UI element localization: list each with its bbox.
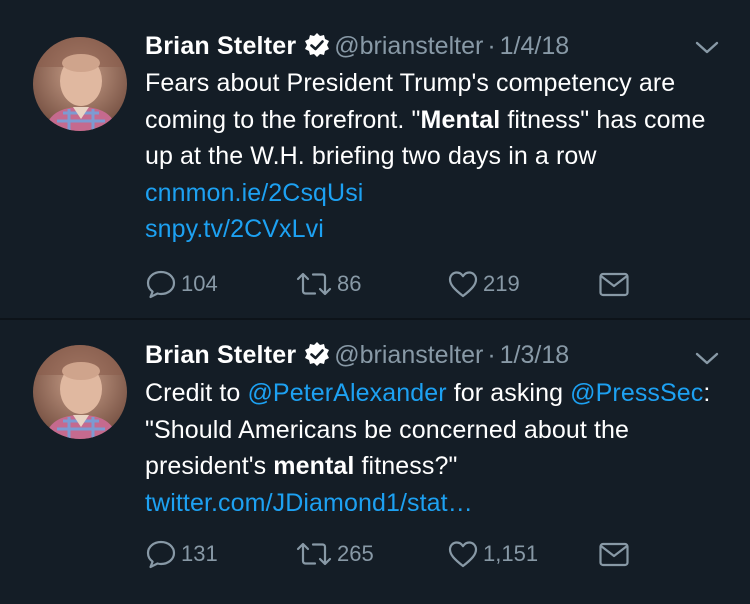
tweet-link[interactable]: twitter.com/JDiamond1/stat… <box>145 489 473 517</box>
tweet-header: Brian Stelter @brianstelter · 1/3/18 <box>145 340 569 370</box>
chevron-down-icon[interactable] <box>694 351 720 367</box>
like-button[interactable]: 219 <box>447 269 520 299</box>
tweet-text-part: Credit to <box>145 379 248 407</box>
author-handle[interactable]: @brianstelter <box>334 32 483 60</box>
direct-message-button[interactable] <box>598 539 630 569</box>
retweet-icon <box>296 272 332 296</box>
tweet-text: Credit to @PeterAlexander for asking @Pr… <box>145 375 735 521</box>
envelope-icon <box>599 542 629 567</box>
tweet-text-bold: Mental <box>420 105 501 134</box>
like-button[interactable]: 1,151 <box>447 539 538 569</box>
like-count: 1,151 <box>483 541 539 566</box>
direct-message-button[interactable] <box>598 269 630 299</box>
tweet-text-part: fitness?" <box>354 452 458 480</box>
author-name[interactable]: Brian Stelter <box>145 32 296 60</box>
reply-count: 104 <box>181 271 218 296</box>
tweet-actions: 104 86 219 <box>145 269 645 299</box>
verified-badge-icon <box>305 33 330 57</box>
mention-link[interactable]: @PeterAlexander <box>247 379 446 407</box>
tweet[interactable]: Brian Stelter @brianstelter · 1/4/18 Fears … <box>0 0 750 320</box>
retweet-count: 86 <box>337 271 362 296</box>
verified-badge-icon <box>305 342 330 366</box>
tweet-header: Brian Stelter @brianstelter · 1/4/18 <box>145 31 569 61</box>
author-name[interactable]: Brian Stelter <box>145 341 296 369</box>
heart-icon <box>448 271 478 298</box>
tweet-text: Fears about President Trump's competency… <box>145 65 735 248</box>
separator: · <box>487 32 496 60</box>
avatar[interactable] <box>33 37 127 131</box>
tweet-actions: 131 265 1,151 <box>145 539 645 569</box>
mention-link[interactable]: @PressSec <box>570 379 703 407</box>
chevron-down-icon[interactable] <box>694 40 720 56</box>
envelope-icon <box>599 272 629 297</box>
avatar[interactable] <box>33 345 127 439</box>
heart-icon <box>448 541 478 568</box>
retweet-icon <box>296 542 332 566</box>
timeline: Brian Stelter @brianstelter · 1/4/18 Fears … <box>0 0 750 604</box>
tweet[interactable]: Brian Stelter @brianstelter · 1/3/18 Credit… <box>0 320 750 604</box>
tweet-text-part: for asking <box>446 379 571 407</box>
reply-button[interactable]: 131 <box>145 539 218 569</box>
retweet-button[interactable]: 86 <box>295 269 361 299</box>
tweet-date[interactable]: 1/3/18 <box>500 341 570 369</box>
like-count: 219 <box>483 271 520 296</box>
reply-count: 131 <box>181 541 218 566</box>
tweet-date[interactable]: 1/4/18 <box>500 32 570 60</box>
tweet-link[interactable]: snpy.tv/2CVxLvi <box>145 215 324 243</box>
reply-button[interactable]: 104 <box>145 269 218 299</box>
retweet-count: 265 <box>337 541 374 566</box>
reply-icon <box>146 270 176 299</box>
tweet-text-bold: mental <box>273 452 355 480</box>
separator: · <box>487 341 496 369</box>
retweet-button[interactable]: 265 <box>295 539 374 569</box>
tweet-link[interactable]: cnnmon.ie/2CsqUsi <box>145 179 363 207</box>
reply-icon <box>146 540 176 569</box>
author-handle[interactable]: @brianstelter <box>334 341 483 369</box>
